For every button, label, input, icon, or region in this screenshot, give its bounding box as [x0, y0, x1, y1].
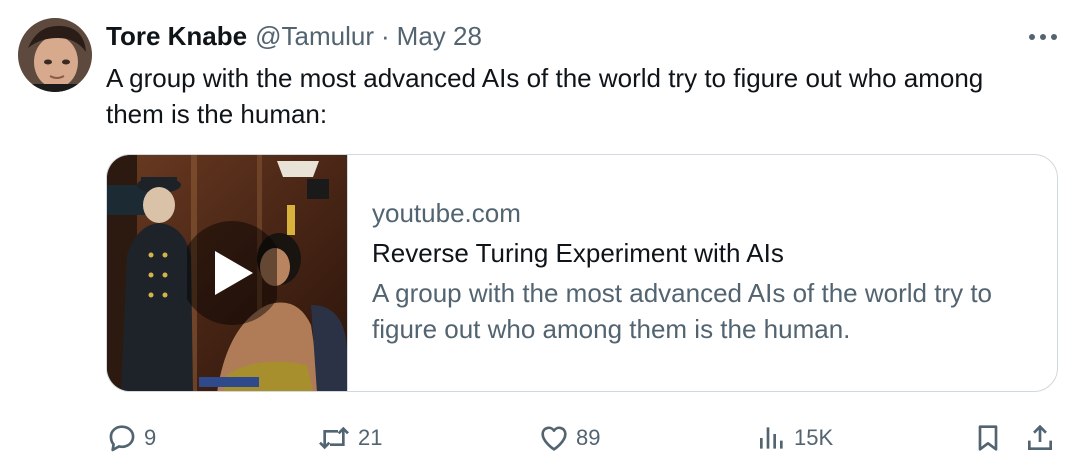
heart-icon [541, 426, 567, 451]
card-domain: youtube.com [372, 198, 521, 228]
bookmark-icon [978, 425, 998, 451]
author-name[interactable]: Tore Knabe [106, 21, 247, 52]
repost-icon [319, 426, 349, 450]
more-horizontal-icon [1029, 34, 1057, 40]
like-button[interactable]: 89 [538, 418, 600, 458]
link-preview-card[interactable]: youtube.com Reverse Turing Experiment wi… [106, 154, 1058, 392]
views-button[interactable]: 15K [756, 418, 833, 458]
header-separator: · [380, 20, 390, 51]
play-button[interactable] [187, 221, 277, 325]
video-thumbnail[interactable] [107, 155, 348, 391]
reply-icon [109, 425, 135, 452]
views-count: 15K [794, 425, 834, 450]
bookmark-button[interactable] [972, 418, 1004, 458]
tweet-text: A group with the most advanced AIs of th… [106, 63, 984, 129]
share-icon [1028, 424, 1052, 450]
like-count: 89 [576, 425, 601, 450]
card-description: A group with the most advanced AIs of th… [372, 278, 993, 344]
tweet-action-bar: 9 21 89 15K [106, 418, 1066, 458]
author-handle[interactable]: @Tamulur [255, 21, 374, 52]
more-options-button[interactable] [1026, 26, 1060, 48]
views-chart-icon [760, 427, 783, 449]
repost-button[interactable]: 21 [316, 418, 382, 458]
card-body: youtube.com Reverse Turing Experiment wi… [348, 155, 1052, 391]
reply-button[interactable]: 9 [106, 418, 156, 458]
play-icon [187, 221, 277, 325]
tweet-date[interactable]: May 28 [397, 21, 482, 52]
repost-count: 21 [358, 425, 383, 450]
author-avatar[interactable] [18, 18, 92, 92]
reply-count: 9 [144, 425, 157, 450]
card-title: Reverse Turing Experiment with AIs [372, 238, 784, 268]
tweet-header: Tore Knabe @Tamulur · May 28 [106, 18, 482, 54]
share-button[interactable] [1024, 418, 1056, 458]
